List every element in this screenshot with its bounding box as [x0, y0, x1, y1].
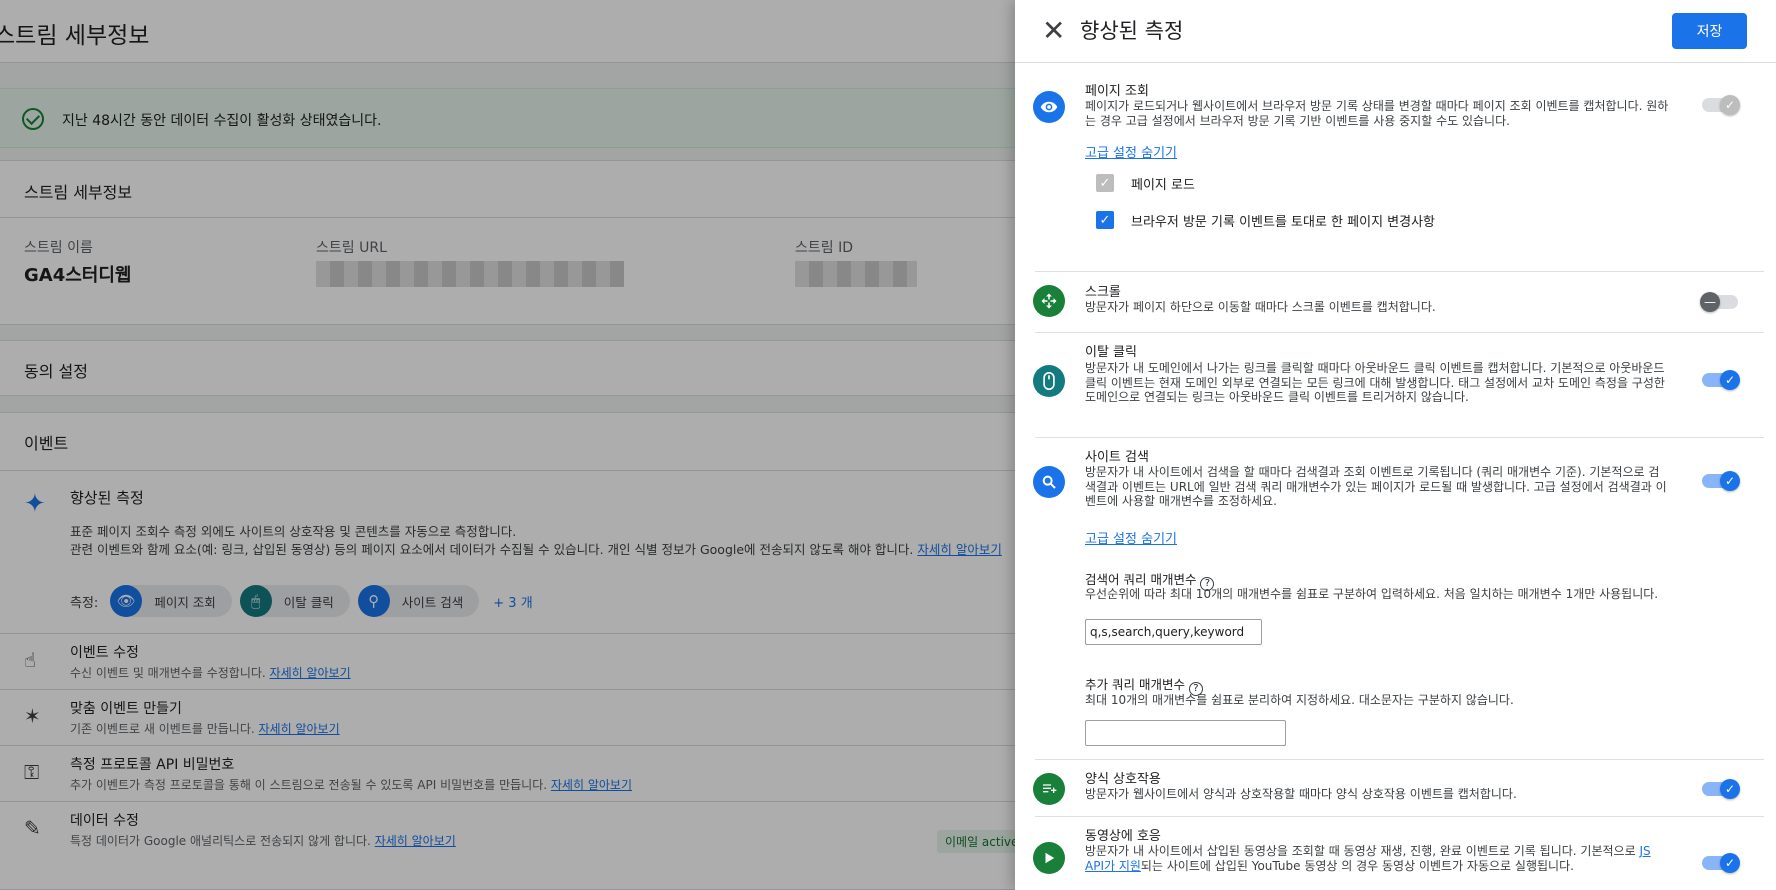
outbound-toggle[interactable]: ✓: [1702, 370, 1740, 390]
site-search-title: 사이트 검색: [1085, 450, 1149, 465]
setting-outbound-click: 이탈 클릭 방문자가 내 도메인에서 나가는 링크를 클릭할 때마다 아웃바운드…: [1015, 332, 1776, 437]
outbound-desc: 방문자가 내 도메인에서 나가는 링크를 클릭할 때마다 아웃바운드 클릭 이벤…: [1085, 361, 1665, 405]
minus-icon: —: [1700, 292, 1720, 312]
scroll-desc: 방문자가 페이지 하단으로 이동할 때마다 스크롤 이벤트를 캡처합니다.: [1085, 300, 1436, 314]
close-icon[interactable]: ✕: [1042, 14, 1065, 48]
check-icon: ✓: [1720, 853, 1740, 873]
site-search-advanced-link[interactable]: 고급 설정 숨기기: [1085, 528, 1177, 547]
setting-scroll: 스크롤 방문자가 페이지 하단으로 이동할 때마다 스크롤 이벤트를 캡처합니다…: [1015, 271, 1776, 332]
page-view-advanced-link[interactable]: 고급 설정 숨기기: [1085, 142, 1177, 161]
video-title: 동영상에 호응: [1085, 829, 1161, 844]
query-param-input[interactable]: [1085, 619, 1262, 645]
video-desc: 방문자가 내 사이트에서 삽입된 동영상을 조회할 때 동영상 재생, 진행, …: [1085, 844, 1651, 873]
form-add-icon: [1033, 773, 1065, 805]
eye-icon: [1033, 91, 1065, 123]
form-title: 양식 상호작용: [1085, 772, 1161, 787]
check-icon: ✓: [1720, 95, 1740, 115]
scroll-title: 스크롤: [1085, 285, 1121, 300]
page-load-label: 페이지 로드: [1131, 178, 1195, 193]
setting-form-interaction: 양식 상호작용 방문자가 웹사이트에서 양식과 상호작용할 때마다 양식 상호작…: [1015, 759, 1776, 816]
site-search-desc: 방문자가 내 사이트에서 검색을 할 때마다 검색결과 조회 이벤트로 기록됩니…: [1085, 465, 1667, 509]
search-icon: [1033, 466, 1065, 498]
page-view-title: 페이지 조회: [1085, 84, 1149, 99]
check-icon: ✓: [1720, 471, 1740, 491]
drawer-title: 향상된 측정: [1080, 19, 1184, 43]
drawer-header: ✕ 향상된 측정 저장: [1015, 0, 1776, 63]
page-view-toggle: ✓: [1702, 95, 1740, 115]
query-param-desc: 우선순위에 따라 최대 10개의 매개변수를 쉼표로 구분하여 입력하세요. 처…: [1085, 587, 1659, 601]
form-desc: 방문자가 웹사이트에서 양식과 상호작용할 때마다 양식 상호작용 이벤트를 캡…: [1085, 787, 1517, 801]
history-events-checkbox[interactable]: ✓: [1096, 211, 1114, 229]
scroll-toggle[interactable]: —: [1700, 292, 1738, 312]
history-events-label: 브라우저 방문 기록 이벤트를 토대로 한 페이지 변경사항: [1131, 215, 1436, 230]
outbound-title: 이탈 클릭: [1085, 345, 1137, 360]
page-load-checkbox: ✓: [1096, 174, 1114, 192]
setting-video: 동영상에 호응 방문자가 내 사이트에서 삽입된 동영상을 조회할 때 동영상 …: [1015, 816, 1776, 890]
enhanced-measurement-drawer: ✕ 향상된 측정 저장 페이지 조회 페이지가 로드되거나 웹사이트에서 브라우…: [1015, 0, 1776, 890]
form-toggle[interactable]: ✓: [1702, 779, 1740, 799]
scroll-icon: [1033, 285, 1065, 317]
setting-site-search: 사이트 검색 방문자가 내 사이트에서 검색을 할 때마다 검색결과 조회 이벤…: [1015, 437, 1776, 759]
site-search-toggle[interactable]: ✓: [1702, 471, 1740, 491]
check-icon: ✓: [1720, 370, 1740, 390]
check-icon: ✓: [1720, 779, 1740, 799]
mouse-icon: [1033, 365, 1065, 397]
play-icon: [1033, 842, 1065, 874]
setting-page-view: 페이지 조회 페이지가 로드되거나 웹사이트에서 브라우저 방문 기록 상태를 …: [1015, 63, 1776, 271]
extra-param-input[interactable]: [1085, 720, 1286, 746]
extra-param-desc: 최대 10개의 매개변수를 쉼표로 분리하여 지정하세요. 대소문자는 구분하지…: [1085, 693, 1514, 707]
page-view-desc: 페이지가 로드되거나 웹사이트에서 브라우저 방문 기록 상태를 변경할 때마다…: [1085, 99, 1669, 128]
save-button[interactable]: 저장: [1672, 13, 1747, 49]
video-toggle[interactable]: ✓: [1702, 853, 1740, 873]
